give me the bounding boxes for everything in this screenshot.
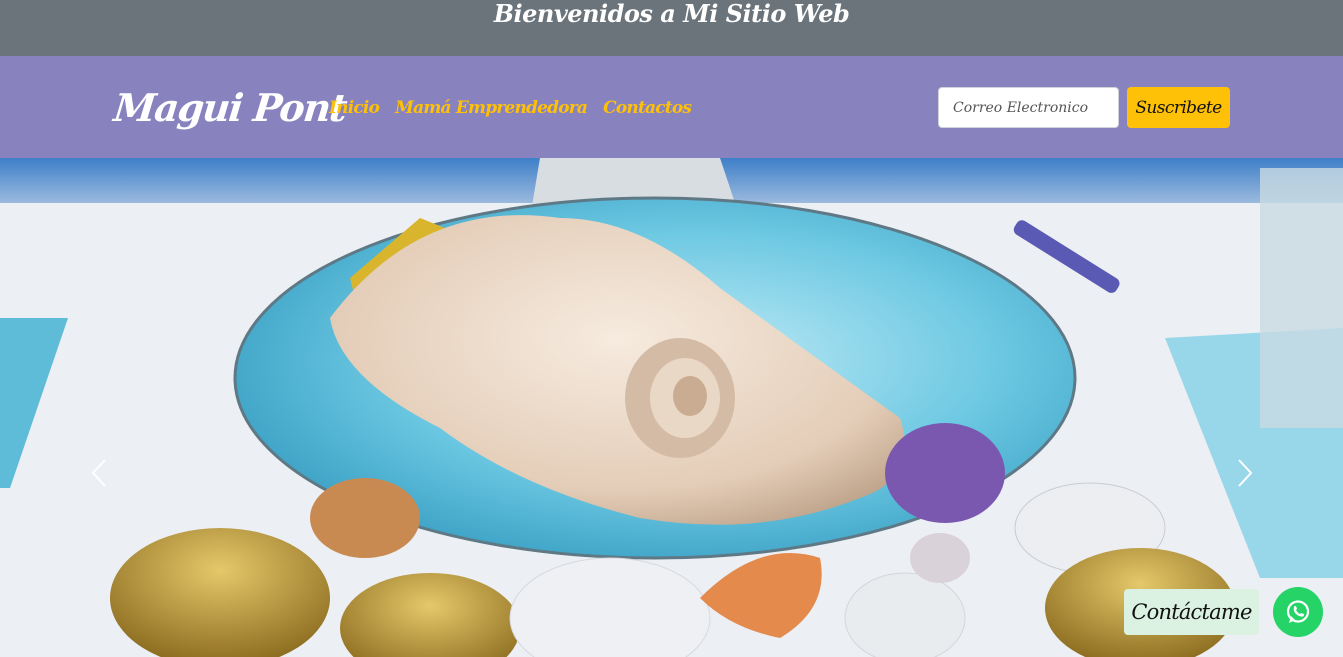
- nav-link-mama-emprendedora[interactable]: Mamá Emprendedora: [395, 96, 588, 120]
- contact-label[interactable]: Contáctame: [1124, 589, 1259, 635]
- welcome-title: Bienvenidos a Mi Sitio Web: [493, 0, 850, 28]
- carousel-slide-image: [0, 158, 1343, 657]
- nav-link-contactos[interactable]: Contactos: [603, 96, 692, 120]
- whatsapp-icon: [1286, 600, 1310, 623]
- welcome-bar: Bienvenidos a Mi Sitio Web: [0, 0, 1343, 56]
- whatsapp-button[interactable]: [1273, 587, 1323, 637]
- nav-link-inicio[interactable]: Inicio: [329, 96, 380, 120]
- email-input[interactable]: [938, 87, 1119, 128]
- chevron-right-icon: [1238, 459, 1253, 487]
- subscribe-button[interactable]: Suscribete: [1127, 87, 1230, 128]
- nav-links: Inicio Mamá Emprendedora Contactos: [329, 96, 692, 120]
- carousel-next-button[interactable]: [1230, 453, 1260, 493]
- brand-logo[interactable]: Magui Pont: [111, 84, 348, 132]
- hero-carousel: [0, 158, 1343, 657]
- navbar: Magui Pont Inicio Mamá Emprendedora Cont…: [0, 56, 1343, 158]
- chevron-left-icon: [91, 459, 106, 487]
- carousel-prev-button[interactable]: [84, 453, 114, 493]
